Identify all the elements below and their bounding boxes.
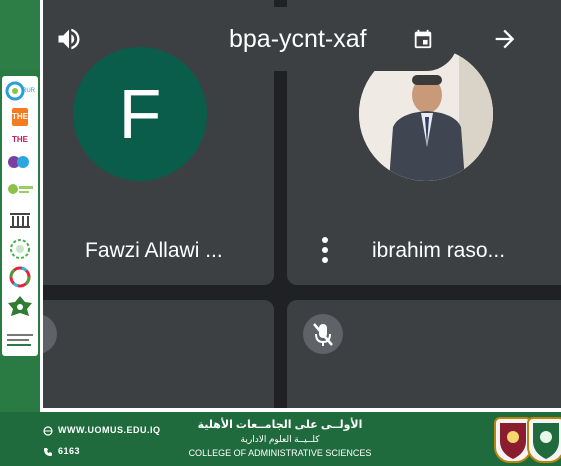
ranking-logos: RUR THE THE xyxy=(2,76,38,356)
avatar: F xyxy=(73,47,207,181)
arab-academic-logo xyxy=(5,294,35,322)
participant-name: ibrahim raso... xyxy=(372,239,506,262)
participant-tile[interactable] xyxy=(287,300,561,412)
volume-icon xyxy=(58,28,80,50)
rur-logo: RUR xyxy=(5,80,35,102)
mic-off-indicator xyxy=(43,314,57,354)
college-crest xyxy=(527,417,561,463)
college-name-ar: كلــيــة العلوم الادارية xyxy=(240,434,320,444)
institution-logo xyxy=(5,210,35,230)
globe-icon xyxy=(43,426,53,436)
speaker-button[interactable] xyxy=(43,7,101,71)
college-name-en: COLLEGE OF ADMINISTRATIVE SCIENCES xyxy=(188,448,372,458)
next-button[interactable] xyxy=(473,7,537,71)
mic-off-icon xyxy=(303,314,343,354)
webometrics-logo xyxy=(5,330,35,350)
participant-name: Fawzi Allawi ... xyxy=(85,239,223,262)
frame-top xyxy=(0,0,40,70)
phone-icon xyxy=(44,448,52,456)
sdg-logo xyxy=(5,266,35,288)
phone-number: 6163 xyxy=(58,446,81,456)
meeting-code-button[interactable]: bpa-ycnt-xaf xyxy=(208,7,458,71)
the-logo: THE xyxy=(12,108,28,126)
meeting-code: bpa-ycnt-xaf xyxy=(229,25,367,53)
college-footer: WWW.UOMUS.EDU.IQ 6163 الأولــى على الجام… xyxy=(0,412,561,465)
arrow-right-icon xyxy=(495,29,515,49)
university-name-ar: الأولــى على الجامــعات الأهلية xyxy=(197,419,363,431)
website-text: WWW.UOMUS.EDU.IQ xyxy=(58,425,161,435)
participant-tile[interactable] xyxy=(43,300,274,408)
calendar-icon xyxy=(414,29,432,49)
avatar-partial xyxy=(382,404,462,412)
sustainability-logo xyxy=(5,238,35,260)
the-impact-logo: THE xyxy=(5,132,35,148)
edu-logo xyxy=(5,154,35,172)
meet-stage: F Fawzi Allawi ... ibrahim raso... bpa-y… xyxy=(40,0,561,412)
greenmetric-logo xyxy=(5,180,35,202)
more-options-button[interactable] xyxy=(322,237,328,267)
